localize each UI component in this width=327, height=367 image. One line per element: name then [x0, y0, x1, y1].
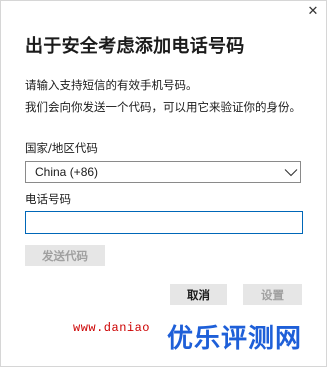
chevron-down-icon [284, 169, 298, 177]
cancel-button[interactable]: 取消 [170, 284, 227, 305]
close-icon[interactable]: ✕ [304, 3, 322, 21]
description-text: 请输入支持短信的有效手机号码。 [25, 78, 198, 92]
dialog-title: 出于安全考虑添加电话号码 [25, 36, 245, 57]
add-phone-dialog: ✕ 出于安全考虑添加电话号码 请输入支持短信的有效手机号码。 我们会向你发送一个… [0, 0, 327, 367]
country-code-label: 国家/地区代码 [25, 141, 98, 155]
setup-button[interactable]: 设置 [243, 284, 302, 305]
watermark-url: www.daniao [73, 321, 151, 335]
country-code-select[interactable]: China (+86) [25, 161, 301, 183]
phone-number-input[interactable] [25, 211, 303, 234]
country-code-value: China (+86) [35, 165, 99, 179]
phone-number-label: 电话号码 [25, 192, 71, 206]
watermark-text: 优乐评测网 [167, 324, 303, 354]
description-text-2: 我们会向你发送一个代码，可以用它来验证你的身份。 [25, 100, 301, 114]
send-code-button[interactable]: 发送代码 [25, 245, 105, 266]
